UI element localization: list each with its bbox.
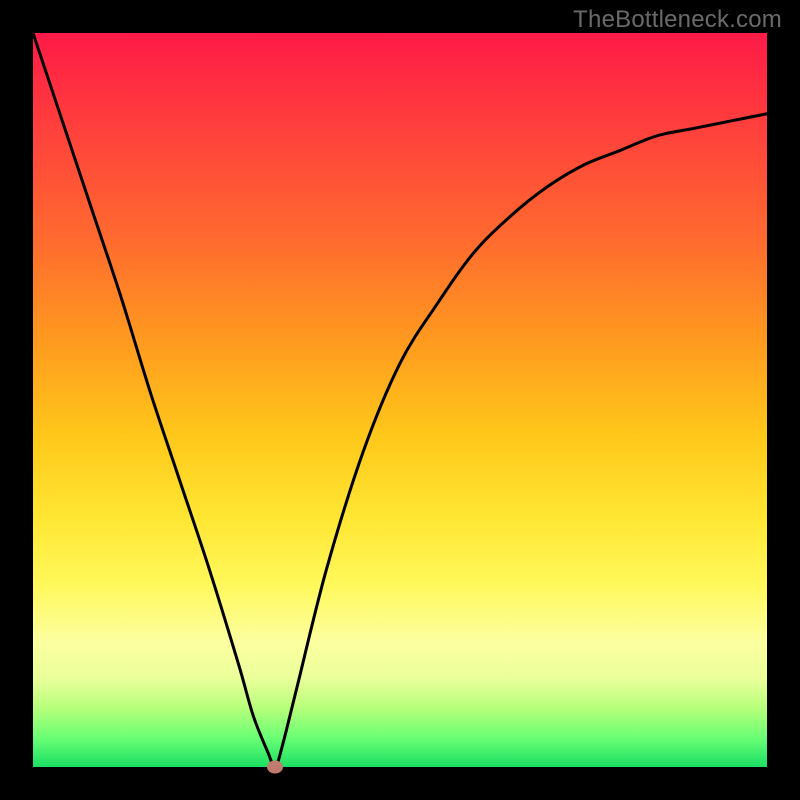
curve-path xyxy=(33,33,767,767)
chart-frame: TheBottleneck.com xyxy=(0,0,800,800)
watermark-text: TheBottleneck.com xyxy=(573,6,782,34)
minimum-marker xyxy=(267,761,283,774)
plot-area xyxy=(33,33,767,767)
bottleneck-curve xyxy=(33,33,767,767)
